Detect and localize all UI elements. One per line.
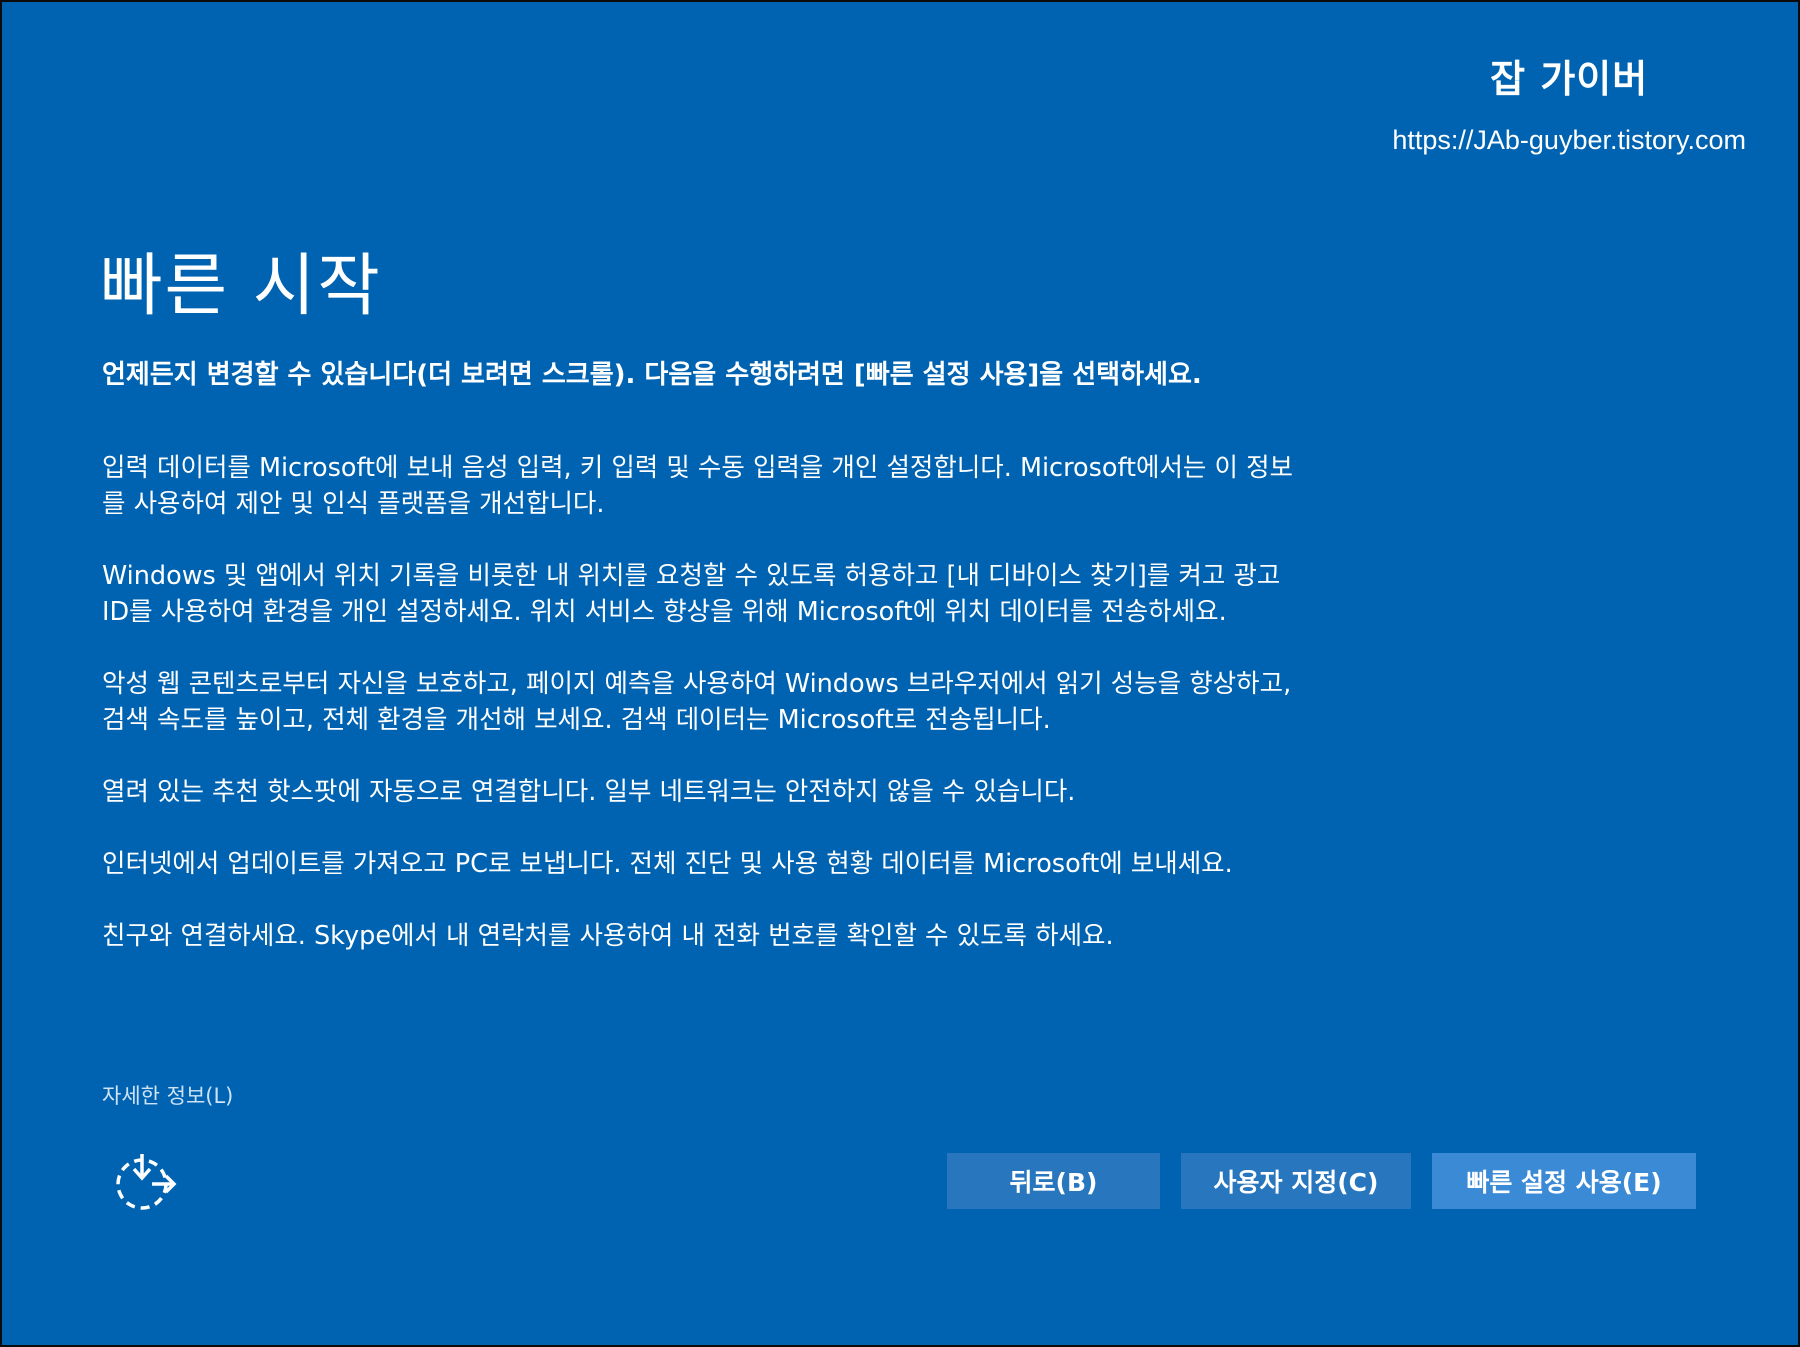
paragraph-hotspots: 열려 있는 추천 핫스팟에 자동으로 연결합니다. 일부 네트워크는 안전하지 …: [102, 777, 1076, 807]
paragraph-skype-contacts: 친구와 연결하세요. Skype에서 내 연락처를 사용하여 내 전화 번호를 …: [102, 921, 1114, 951]
watermark-title: 잡 가이버: [1490, 57, 1649, 101]
paragraph-input-personalization: 입력 데이터를 Microsoft에 보내 음성 입력, 키 입력 및 수동 입…: [102, 453, 1293, 519]
paragraph-browser-protection: 악성 웹 콘텐츠로부터 자신을 보호하고, 페이지 예측을 사용하여 Windo…: [102, 669, 1292, 735]
settings-description-scroll[interactable]: 입력 데이터를 Microsoft에 보내 음성 입력, 키 입력 및 수동 입…: [102, 450, 1302, 1035]
express-settings-button[interactable]: 빠른 설정 사용(E): [1432, 1153, 1696, 1209]
lead-text: 언제든지 변경할 수 있습니다(더 보려면 스크롤). 다음을 수행하려면 [빠…: [102, 360, 1202, 390]
paragraph-location: Windows 및 앱에서 위치 기록을 비롯한 내 위치를 요청할 수 있도록…: [102, 561, 1281, 627]
watermark: 잡 가이버 https://JAb-guyber.tistory.com: [1392, 48, 1746, 156]
back-button[interactable]: 뒤로(B): [947, 1153, 1160, 1209]
page-title: 빠른 시작: [100, 247, 382, 326]
more-info-link[interactable]: 자세한 정보(L): [102, 1080, 233, 1110]
paragraph-updates-diagnostics: 인터넷에서 업데이트를 가져오고 PC로 보냅니다. 전체 진단 및 사용 현황…: [102, 849, 1233, 879]
setup-window: 잡 가이버 https://JAb-guyber.tistory.com 빠른 …: [0, 0, 1800, 1347]
ease-of-access-icon[interactable]: [112, 1152, 178, 1212]
watermark-url: https://JAb-guyber.tistory.com: [1392, 125, 1746, 155]
customize-button[interactable]: 사용자 지정(C): [1181, 1153, 1411, 1209]
